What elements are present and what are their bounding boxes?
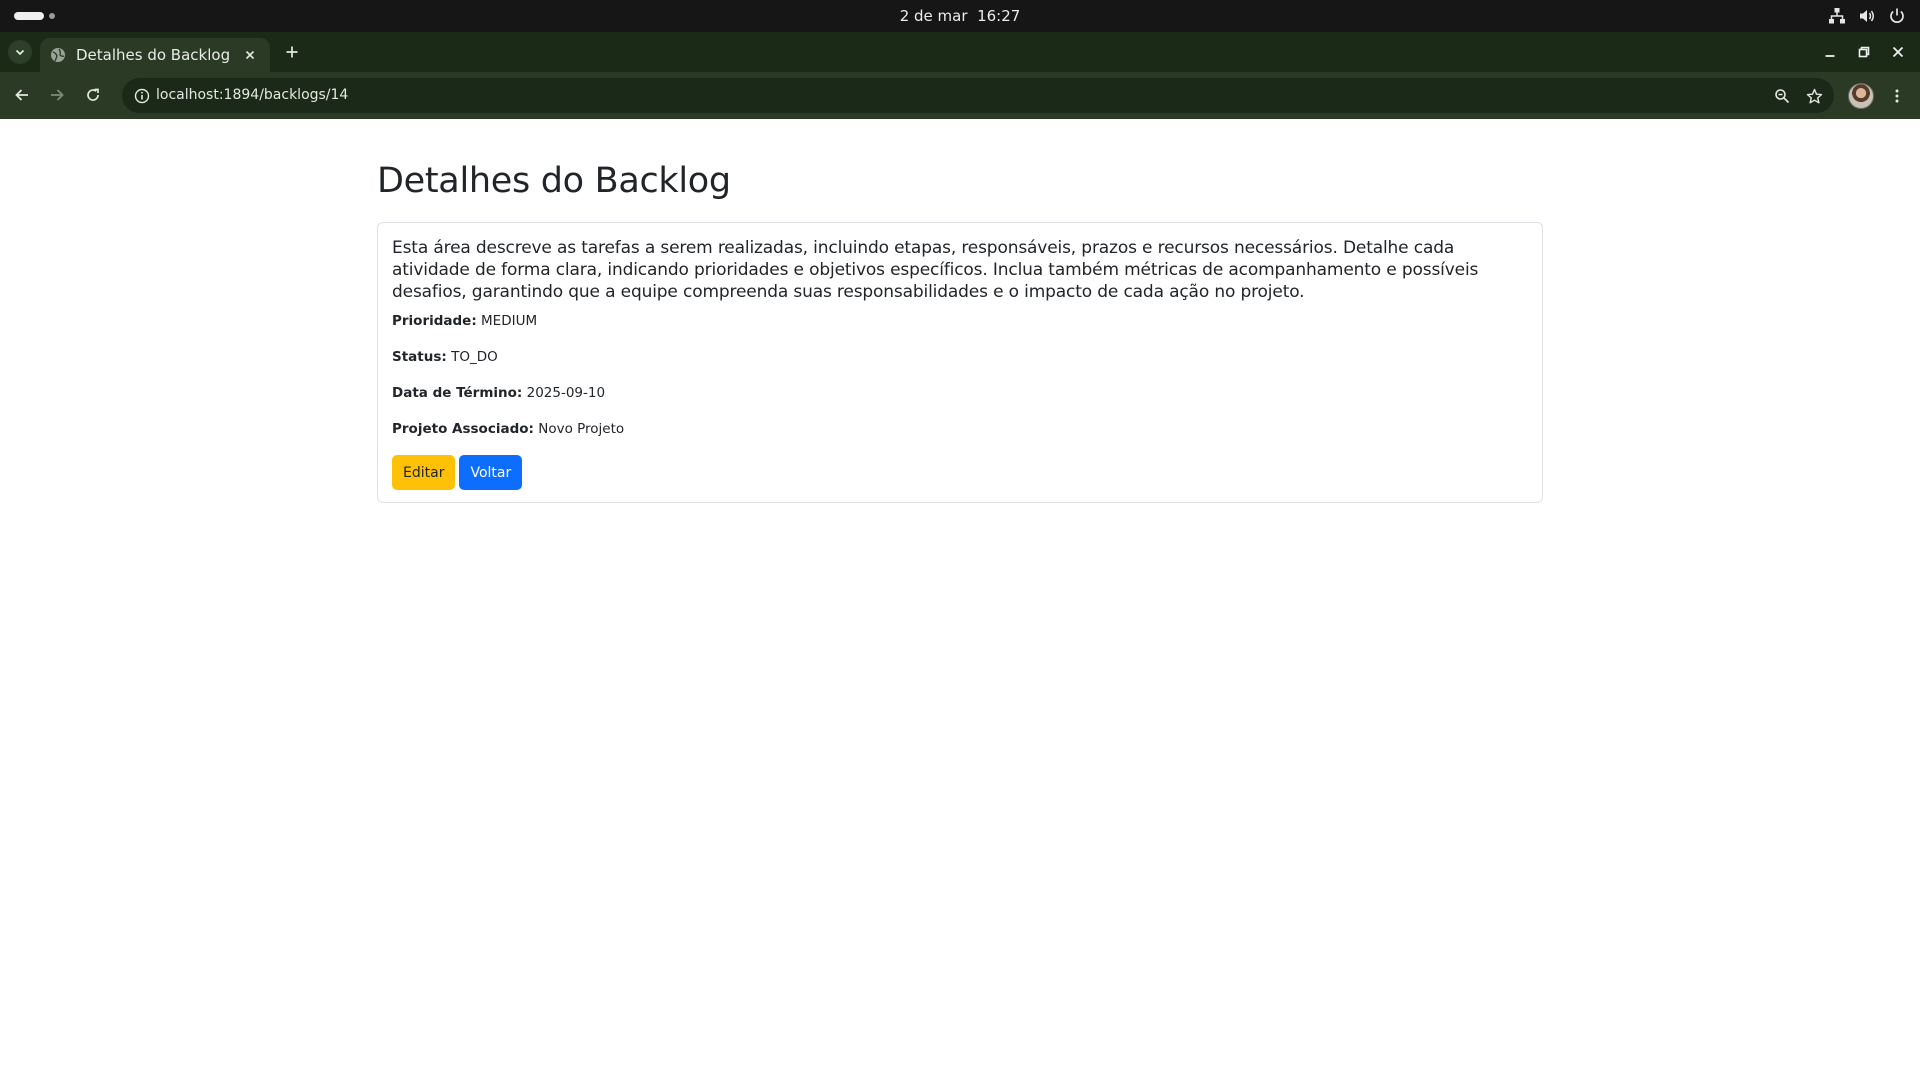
new-tab-button[interactable] [280, 40, 304, 64]
project-label: Projeto Associado: [392, 421, 534, 437]
url-text[interactable]: localhost:1894/backlogs/14 [156, 78, 348, 113]
address-bar[interactable]: localhost:1894/backlogs/14 [122, 78, 1834, 113]
minimize-icon [1825, 55, 1835, 57]
due-date-field: Data de Término: 2025-09-10 [392, 384, 1528, 402]
status-value: TO_DO [451, 349, 498, 365]
clock: 2 de mar 16:27 [0, 0, 1920, 32]
arrow-left-icon [15, 89, 28, 101]
edit-button[interactable]: Editar [392, 455, 456, 490]
bookmark-star-icon[interactable] [1802, 84, 1826, 108]
priority-field: Prioridade: MEDIUM [392, 312, 1528, 330]
restore-button[interactable] [1852, 40, 1876, 64]
workspace-dot [49, 13, 55, 19]
priority-value: MEDIUM [481, 313, 538, 329]
tab-search-button[interactable] [8, 40, 32, 64]
close-tab-icon[interactable] [240, 45, 260, 65]
restore-icon [1858, 46, 1870, 58]
clock-date[interactable]: 2 de mar [900, 7, 968, 25]
arrow-right-icon [51, 89, 64, 101]
power-icon[interactable] [1888, 7, 1906, 25]
tab-title: Detalhes do Backlog [76, 46, 231, 64]
workspace-active-pill [14, 12, 44, 20]
back-button[interactable] [7, 80, 37, 110]
due-date-value: 2025-09-10 [526, 385, 606, 401]
browser-tab-strip: Detalhes do Backlog [0, 32, 1920, 72]
more-vertical-icon [1895, 89, 1899, 103]
status-label: Status: [392, 349, 447, 365]
due-date-label: Data de Término: [392, 385, 523, 401]
site-info-icon[interactable] [130, 84, 154, 108]
priority-label: Prioridade: [392, 313, 477, 329]
network-icon[interactable] [1828, 7, 1846, 25]
reload-icon [87, 88, 99, 101]
browser-tab-active[interactable]: Detalhes do Backlog [40, 38, 270, 72]
close-icon [1892, 46, 1904, 58]
window-controls [1818, 40, 1910, 64]
activities-indicator[interactable] [14, 12, 55, 20]
forward-button[interactable] [42, 80, 72, 110]
profile-avatar[interactable] [1848, 83, 1874, 109]
globe-icon [50, 47, 66, 63]
system-tray[interactable] [1828, 7, 1906, 25]
clock-time[interactable]: 16:27 [977, 7, 1020, 25]
close-window-button[interactable] [1886, 40, 1910, 64]
project-value: Novo Projeto [538, 421, 625, 437]
backlog-description: Esta área descreve as tarefas a serem re… [392, 238, 1479, 302]
volume-icon[interactable] [1858, 7, 1876, 25]
status-field: Status: TO_DO [392, 348, 1528, 366]
page-title: Detalhes do Backlog [377, 161, 731, 201]
project-field: Projeto Associado: Novo Projeto [392, 420, 1528, 438]
page-content: Detalhes do Backlog Esta área descreve a… [377, 119, 1543, 503]
back-button-page[interactable]: Voltar [459, 455, 523, 490]
browser-menu-button[interactable] [1884, 83, 1910, 109]
plus-icon [286, 46, 298, 58]
browser-toolbar: localhost:1894/backlogs/14 [0, 72, 1920, 119]
card-actions: Editar Voltar [392, 455, 1528, 490]
reload-button[interactable] [78, 80, 108, 110]
minimize-button[interactable] [1818, 40, 1842, 64]
chevron-down-icon [15, 49, 25, 56]
zoom-icon[interactable] [1770, 84, 1794, 108]
system-top-bar: 2 de mar 16:27 [0, 0, 1920, 32]
backlog-details-card: Esta área descreve as tarefas a serem re… [377, 222, 1543, 503]
